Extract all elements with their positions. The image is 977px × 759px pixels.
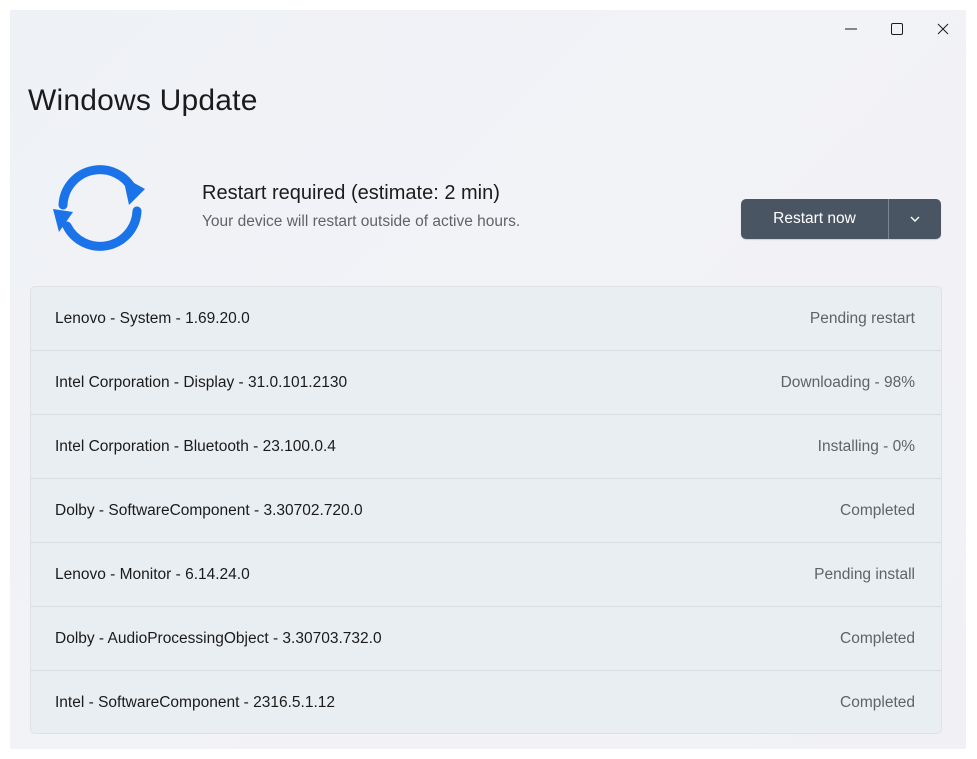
restart-split-button: Restart now — [741, 199, 941, 239]
update-name: Intel - SoftwareComponent - 2316.5.1.12 — [55, 693, 336, 711]
update-status: Completed — [840, 693, 915, 711]
restart-now-button[interactable]: Restart now — [741, 199, 889, 239]
window-caption-controls — [828, 10, 966, 48]
update-name: Lenovo - Monitor - 6.14.24.0 — [55, 565, 250, 583]
list-item: Intel Corporation - Display - 31.0.101.2… — [31, 351, 941, 415]
list-item: Dolby - AudioProcessingObject - 3.30703.… — [31, 607, 941, 671]
list-item: Lenovo - System - 1.69.20.0 Pending rest… — [31, 287, 941, 351]
update-status: Pending restart — [809, 309, 915, 327]
update-status: Completed — [840, 501, 915, 519]
windows-update-window: Windows Update Restart required (estimat… — [10, 10, 966, 749]
updates-list: Lenovo - System - 1.69.20.0 Pending rest… — [30, 286, 942, 734]
close-button[interactable] — [920, 10, 966, 48]
update-status: Installing - 0% — [817, 437, 915, 455]
update-status: Downloading - 98% — [780, 373, 915, 391]
minimize-button[interactable] — [828, 10, 874, 48]
update-name: Dolby - SoftwareComponent - 3.30702.720.… — [55, 501, 363, 519]
page-title: Windows Update — [28, 84, 258, 117]
sync-icon — [53, 165, 145, 251]
update-status: Completed — [840, 629, 915, 647]
list-item: Intel - SoftwareComponent - 2316.5.1.12 … — [31, 671, 941, 733]
list-item: Dolby - SoftwareComponent - 3.30702.720.… — [31, 479, 941, 543]
restart-options-dropdown[interactable] — [889, 199, 941, 239]
status-subtitle: Your device will restart outside of acti… — [202, 213, 521, 230]
close-icon — [937, 23, 949, 35]
update-name: Dolby - AudioProcessingObject - 3.30703.… — [55, 629, 382, 647]
chevron-down-icon — [910, 216, 920, 222]
update-name: Intel Corporation - Display - 31.0.101.2… — [55, 373, 348, 391]
maximize-button[interactable] — [874, 10, 920, 48]
update-name: Lenovo - System - 1.69.20.0 — [55, 309, 250, 327]
status-title: Restart required (estimate: 2 min) — [202, 182, 500, 204]
update-name: Intel Corporation - Bluetooth - 23.100.0… — [55, 437, 336, 455]
list-item: Intel Corporation - Bluetooth - 23.100.0… — [31, 415, 941, 479]
update-status: Pending install — [814, 565, 915, 583]
maximize-icon — [891, 23, 903, 35]
minimize-icon — [845, 28, 857, 30]
list-item: Lenovo - Monitor - 6.14.24.0 Pending ins… — [31, 543, 941, 607]
